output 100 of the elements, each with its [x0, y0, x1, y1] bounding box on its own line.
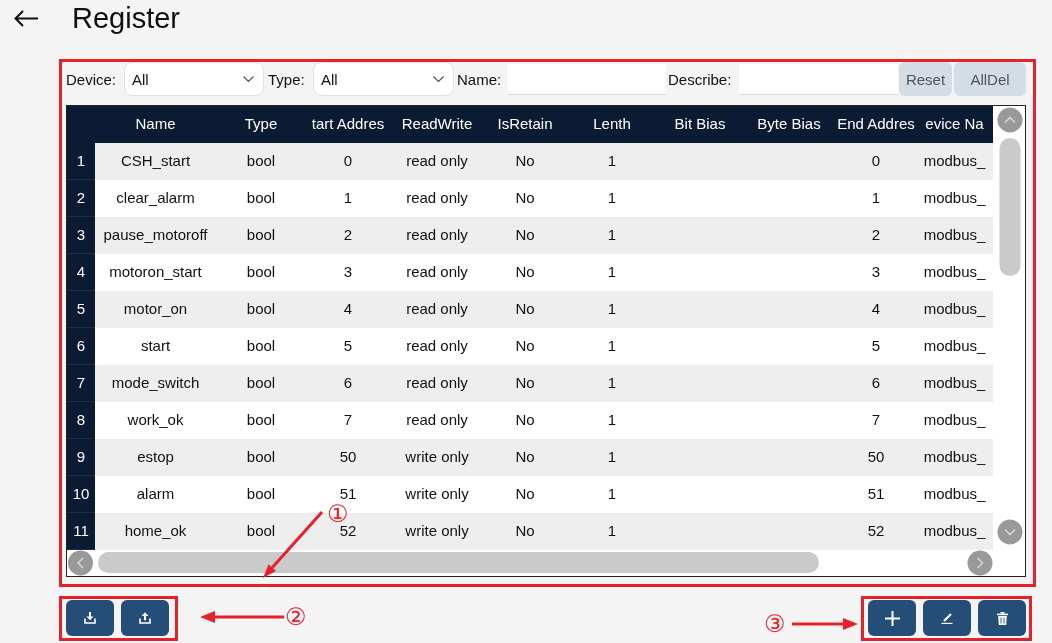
reset-button[interactable]: Reset [899, 62, 952, 96]
table-cell: 1 [566, 439, 658, 476]
column-header: Byte Bias [742, 106, 836, 143]
chevron-down-icon [243, 76, 254, 82]
column-header: Lenth [566, 106, 658, 143]
device-dropdown[interactable]: All [124, 62, 264, 96]
vertical-scrollbar[interactable] [997, 107, 1023, 545]
horizontal-scrollbar[interactable] [67, 550, 993, 576]
table-cell: home_ok [95, 513, 216, 550]
name-field[interactable] [508, 63, 666, 95]
column-header: Type [216, 106, 306, 143]
table-cell: read only [390, 217, 484, 254]
table-cell: alarm [95, 476, 216, 513]
table-cell: read only [390, 291, 484, 328]
column-header: tart Addres [306, 106, 390, 143]
table-cell: modbus_ [916, 513, 993, 550]
table-cell: start [95, 328, 216, 365]
table-cell: work_ok [95, 402, 216, 439]
table-cell: modbus_ [916, 402, 993, 439]
table-cell: 6 [306, 365, 390, 402]
table-cell: bool [216, 143, 306, 180]
table-cell: clear_alarm [95, 180, 216, 217]
table-cell: bool [216, 217, 306, 254]
delete-all-button[interactable]: AllDel [954, 62, 1026, 96]
table-cell: modbus_ [916, 439, 993, 476]
describe-field[interactable] [739, 63, 898, 95]
column-header: IsRetain [484, 106, 566, 143]
row-number: 5 [67, 291, 95, 328]
table-cell: modbus_ [916, 217, 993, 254]
table-cell: 1 [566, 217, 658, 254]
row-number: 4 [67, 254, 95, 291]
table-cell: read only [390, 254, 484, 291]
row-number: 9 [67, 439, 95, 476]
column-header: End Addres [836, 106, 916, 143]
table-cell: No [484, 180, 566, 217]
table-cell: bool [216, 513, 306, 550]
table-cell: bool [216, 254, 306, 291]
table-cell: modbus_ [916, 143, 993, 180]
table-cell: motoron_start [95, 254, 216, 291]
table-cell: mode_switch [95, 365, 216, 402]
delete-button[interactable] [978, 600, 1026, 636]
table-cell: 1 [566, 291, 658, 328]
table-cell: bool [216, 180, 306, 217]
row-number: 7 [67, 365, 95, 402]
table-cell: 4 [306, 291, 390, 328]
table-cell: 1 [566, 402, 658, 439]
back-arrow-icon[interactable] [14, 10, 38, 27]
row-number: 8 [67, 402, 95, 439]
page-title: Register [72, 1, 180, 35]
table-cell: 1 [566, 328, 658, 365]
table-cell: 52 [836, 513, 916, 550]
add-button[interactable] [868, 600, 916, 636]
callout-number: ③ [764, 612, 786, 636]
trash-icon [996, 611, 1008, 625]
table-cell: bool [216, 328, 306, 365]
table-cell: 50 [306, 439, 390, 476]
table-cell: 2 [306, 217, 390, 254]
edit-button[interactable] [923, 600, 971, 636]
table-cell: No [484, 365, 566, 402]
type-dropdown[interactable]: All [313, 62, 454, 96]
table-cell: No [484, 439, 566, 476]
column-header: evice Na [916, 106, 993, 143]
table-cell: 0 [836, 143, 916, 180]
table-cell: 3 [836, 254, 916, 291]
filter-label: Describe: [668, 70, 733, 88]
table-cell: modbus_ [916, 291, 993, 328]
table-cell: 5 [306, 328, 390, 365]
table-cell: read only [390, 180, 484, 217]
table-cell: 1 [566, 476, 658, 513]
row-number: 11 [67, 513, 95, 550]
table-cell: bool [216, 476, 306, 513]
table-cell: read only [390, 365, 484, 402]
table-cell: write only [390, 476, 484, 513]
table-cell: No [484, 254, 566, 291]
table-cell: 6 [836, 365, 916, 402]
pencil-icon [941, 612, 953, 624]
chevron-down-icon [433, 76, 444, 82]
table-cell: modbus_ [916, 476, 993, 513]
table-cell: 1 [566, 143, 658, 180]
download-icon [84, 612, 96, 624]
download-button[interactable] [66, 600, 114, 636]
row-number: 10 [67, 476, 95, 513]
table-cell: No [484, 291, 566, 328]
table-cell: No [484, 217, 566, 254]
upload-button[interactable] [121, 600, 169, 636]
table-cell: write only [390, 439, 484, 476]
row-number: 6 [67, 328, 95, 365]
table-cell: No [484, 513, 566, 550]
table-cell: No [484, 476, 566, 513]
callout-number: ② [285, 605, 307, 629]
table-cell: read only [390, 143, 484, 180]
table-cell: modbus_ [916, 254, 993, 291]
table-cell: bool [216, 365, 306, 402]
table-cell: 1 [566, 254, 658, 291]
table-cell: bool [216, 439, 306, 476]
column-header: Name [95, 106, 216, 143]
table-cell: 4 [836, 291, 916, 328]
table-cell: 51 [836, 476, 916, 513]
table-cell: 50 [836, 439, 916, 476]
table-cell: No [484, 143, 566, 180]
